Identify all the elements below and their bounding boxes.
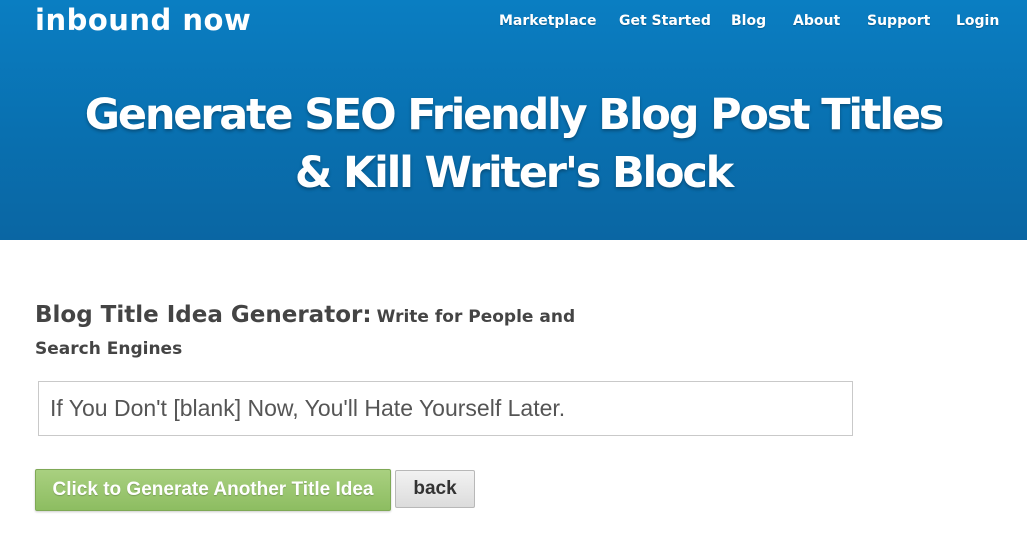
nav-about[interactable]: About — [793, 12, 840, 30]
generator-title: Blog Title Idea Generator: — [35, 302, 372, 328]
nav-blog[interactable]: Blog — [731, 12, 766, 30]
nav-support[interactable]: Support — [867, 12, 930, 30]
title-idea-text: If You Don't [blank] Now, You'll Hate Yo… — [50, 395, 566, 421]
nav-marketplace[interactable]: Marketplace — [499, 12, 596, 30]
title-idea-box[interactable]: If You Don't [blank] Now, You'll Hate Yo… — [38, 381, 853, 436]
page-headline: Generate SEO Friendly Blog Post Titles &… — [0, 86, 1027, 202]
nav-get-started[interactable]: Get Started — [619, 12, 711, 30]
back-button[interactable]: back — [395, 470, 475, 508]
generator-heading: Blog Title Idea Generator: Write for Peo… — [35, 299, 635, 365]
generate-title-button[interactable]: Click to Generate Another Title Idea — [35, 469, 391, 511]
top-navigation: Marketplace Get Started Blog About Suppo… — [0, 12, 1027, 32]
header-banner: inbound now Marketplace Get Started Blog… — [0, 0, 1027, 240]
headline-line-2: & Kill Writer's Block — [294, 148, 734, 198]
nav-login[interactable]: Login — [956, 12, 999, 30]
headline-line-1: Generate SEO Friendly Blog Post Titles — [84, 90, 945, 140]
